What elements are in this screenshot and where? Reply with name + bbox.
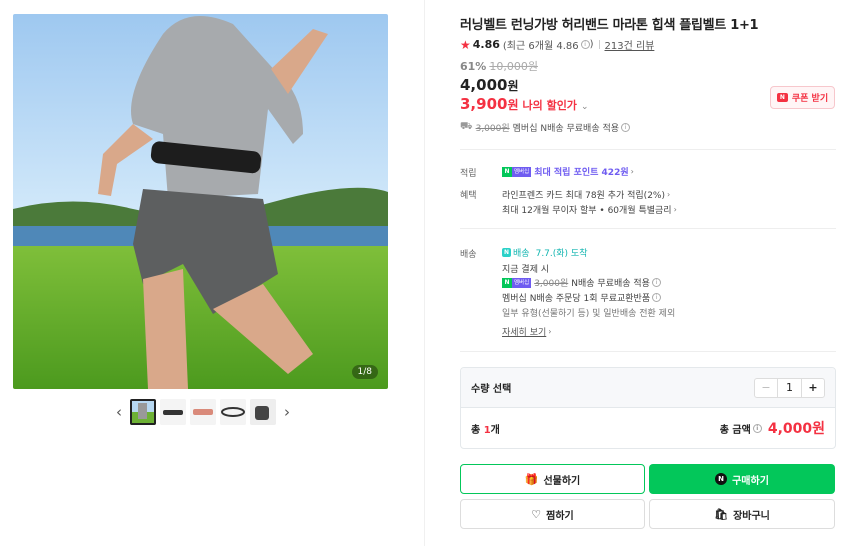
- rating-row: ★ 4.86 (최근 6개월 4.86 i) 213건 리뷰: [460, 37, 655, 53]
- free-shipping-text: N배송 무료배송 적용: [571, 279, 650, 289]
- rating-recent: (최근 6개월 4.86: [502, 41, 579, 52]
- info-icon[interactable]: i: [580, 40, 590, 49]
- quantity-minus-button[interactable]: −: [755, 378, 778, 397]
- star-icon: ★: [460, 37, 471, 52]
- delivery-label: 배송: [460, 250, 477, 260]
- quantity-header: 수량 선택 − 1 +: [461, 368, 835, 408]
- member-price-unit: 원: [507, 98, 519, 112]
- total-row: 총 1개 총 금액 i 4,000원: [461, 408, 835, 448]
- points-text: 최대 적립 포인트 422원: [534, 168, 629, 178]
- naver-n-icon: N: [715, 473, 728, 485]
- divider: [460, 351, 836, 352]
- delivery-eta: 7.7.(화) 도착: [535, 249, 588, 259]
- coupon-icon: N: [776, 93, 788, 102]
- rating-recent-close: ): [589, 39, 594, 50]
- points-label: 적립: [460, 169, 477, 179]
- member-price-value: 3,900: [460, 95, 508, 113]
- n-delivery-badge: N: [502, 248, 512, 257]
- quantity-label: 수량 선택: [471, 384, 512, 395]
- exchange-text: 멤버십 N배송 주문당 1회 무료교환반품: [502, 294, 651, 304]
- coupon-label: 쿠폰 받기: [791, 94, 829, 104]
- cart-label: 장바구니: [733, 510, 770, 522]
- divider: [424, 0, 425, 546]
- discount-row: 61% 10,000원: [460, 58, 538, 74]
- product-title: 러닝벨트 런닝가방 허리밴드 마라톤 힙색 플립벨트 1+1: [460, 18, 759, 33]
- rating-score: 4.86: [472, 38, 500, 51]
- product-gallery: 1/8 ‹ ›: [0, 0, 425, 546]
- info-icon[interactable]: i: [652, 293, 662, 302]
- thumb-prev-arrow-icon[interactable]: ‹: [112, 399, 126, 425]
- heart-icon: ♡: [531, 507, 542, 521]
- quantity-stepper: − 1 +: [754, 377, 825, 398]
- discount-percent: 61%: [460, 60, 487, 73]
- total-count: 총 1개: [471, 424, 500, 436]
- gift-icon: 🎁: [524, 472, 539, 486]
- buy-button[interactable]: N 구매하기: [649, 464, 835, 494]
- chevron-right-icon: ›: [548, 327, 552, 336]
- quantity-box: 수량 선택 − 1 + 총 1개 총 금액 i 4,000원: [460, 367, 836, 449]
- n-delivery-text: 배송: [513, 249, 530, 259]
- perks-label: 혜택: [460, 191, 477, 201]
- review-count-link[interactable]: 213건 리뷰: [605, 37, 655, 52]
- chevron-down-icon: ⌄: [580, 102, 589, 112]
- sale-price-value: 4,000: [460, 76, 508, 94]
- delivery-eta-row: N 배송 7.7.(화) 도착: [502, 246, 588, 259]
- member-price-row[interactable]: 3,900 원 나의 할인가 ⌄: [460, 95, 588, 113]
- divider: [460, 149, 836, 150]
- photo-counter: 1/8: [351, 365, 378, 379]
- total-amount-label: 총 금액: [719, 424, 751, 436]
- wish-button[interactable]: ♡ 찜하기: [460, 499, 645, 529]
- chevron-right-icon: ›: [673, 205, 677, 214]
- exchange-row: 멤버십 N배송 주문당 1회 무료교환반품 i: [502, 291, 662, 304]
- thumb-next-arrow-icon[interactable]: ›: [280, 399, 294, 425]
- thumbnail-3[interactable]: [190, 399, 216, 425]
- quantity-plus-button[interactable]: +: [801, 378, 824, 397]
- quantity-value[interactable]: 1: [778, 379, 801, 397]
- info-icon[interactable]: i: [651, 278, 661, 287]
- buy-label: 구매하기: [732, 475, 769, 487]
- shipping-strike-price: 3,000원: [475, 124, 510, 134]
- gift-button[interactable]: 🎁 선물하기: [460, 464, 645, 494]
- member-price-label: 나의 할인가: [522, 99, 577, 112]
- total-amount-group: 총 금액 i 4,000원: [720, 418, 825, 438]
- more-details-text: 자세히 보기: [502, 328, 547, 338]
- thumbnail-4[interactable]: [220, 399, 246, 425]
- points-row[interactable]: N 멤버십 최대 적립 포인트 422원 ›: [502, 165, 634, 178]
- free-shipping-strike: 3,000원: [534, 279, 569, 289]
- pay-now-text: 지금 결제 시: [502, 265, 550, 275]
- chevron-right-icon: ›: [630, 167, 634, 176]
- wish-label: 찜하기: [546, 510, 574, 522]
- cart-button[interactable]: 🛍 장바구니: [649, 499, 835, 529]
- gift-label: 선물하기: [543, 475, 581, 487]
- thumbnail-1[interactable]: [130, 399, 156, 425]
- separator: [598, 40, 600, 49]
- runner-photo: [13, 14, 388, 389]
- info-icon[interactable]: i: [752, 423, 762, 433]
- membership-badge: N 멤버십: [502, 166, 532, 177]
- delivery-note: 일부 유형(선물하기 등) 및 일반배송 전환 제외: [502, 309, 676, 319]
- original-price: 10,000원: [489, 60, 538, 73]
- perk-card-row[interactable]: 라인프렌즈 카드 최대 78원 추가 적립(2%) ›: [502, 188, 670, 201]
- free-shipping-row: N 멤버십 3,000원 N배송 무료배송 적용 i: [502, 276, 661, 289]
- thumbnail-5[interactable]: [250, 399, 276, 425]
- chevron-right-icon: ›: [666, 190, 671, 199]
- shipping-text: 멤버십 N배송 무료배송 적용: [512, 124, 620, 134]
- more-details-link[interactable]: 자세히 보기 ›: [502, 325, 551, 338]
- perk-installment-text: 최대 12개월 무이자 할부 • 60개월 특별금리: [502, 206, 672, 216]
- main-product-photo[interactable]: 1/8: [13, 14, 388, 389]
- divider: [460, 228, 836, 229]
- sale-price: 4,000원: [460, 76, 519, 94]
- perk-installment-row[interactable]: 최대 12개월 무이자 할부 • 60개월 특별금리 ›: [502, 203, 677, 216]
- total-amount: 4,000원: [767, 421, 825, 437]
- sale-price-unit: 원: [507, 79, 519, 93]
- cart-icon: 🛍: [714, 507, 729, 521]
- thumbnail-strip: ‹ ›: [112, 399, 294, 425]
- truck-icon: ⛟: [460, 121, 473, 132]
- perk-card-text: 라인프렌즈 카드 최대 78원 추가 적립(2%): [502, 191, 665, 201]
- thumbnail-2[interactable]: [160, 399, 186, 425]
- info-icon[interactable]: i: [621, 123, 631, 132]
- membership-badge: N 멤버십: [502, 277, 532, 288]
- coupon-button[interactable]: N 쿠폰 받기: [770, 86, 835, 109]
- shipping-summary: ⛟ 3,000원 멤버십 N배송 무료배송 적용 i: [460, 121, 631, 134]
